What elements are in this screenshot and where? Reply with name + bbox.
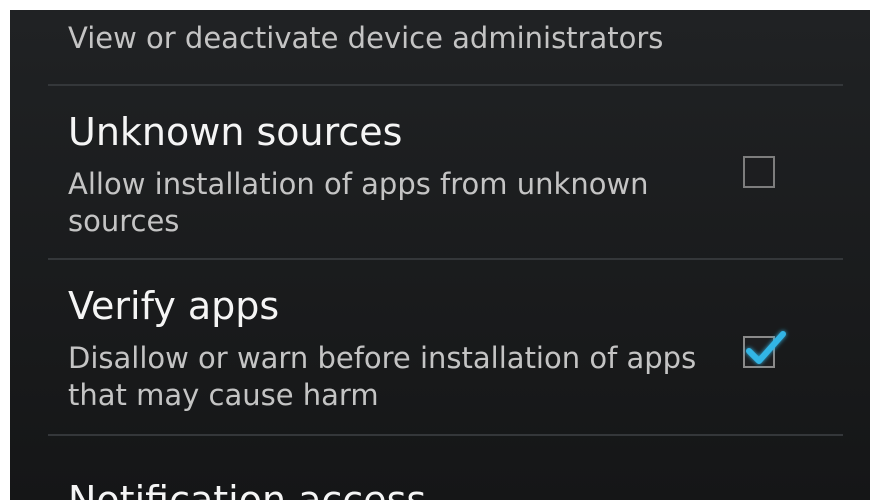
unknown-sources-title: Unknown sources [68, 110, 403, 154]
device-administrators-summary: View or deactivate device administrators [68, 21, 664, 55]
check-icon [746, 331, 786, 364]
verify-apps-item[interactable]: Verify apps Disallow or warn before inst… [48, 260, 843, 434]
device-administrators-item[interactable]: View or deactivate device administrators [48, 10, 843, 84]
verify-apps-checkbox[interactable] [743, 331, 786, 368]
unknown-sources-summary: Allow installation of apps from unknown … [68, 167, 649, 238]
settings-screen: View or deactivate device administrators… [10, 10, 870, 500]
verify-apps-summary: Disallow or warn before installation of … [68, 341, 697, 412]
unknown-sources-item[interactable]: Unknown sources Allow installation of ap… [48, 86, 843, 258]
verify-apps-title: Verify apps [68, 284, 280, 328]
unknown-sources-checkbox[interactable] [743, 156, 775, 188]
notification-access-item[interactable]: Notification access [48, 436, 843, 500]
notification-access-title: Notification access [68, 478, 427, 500]
